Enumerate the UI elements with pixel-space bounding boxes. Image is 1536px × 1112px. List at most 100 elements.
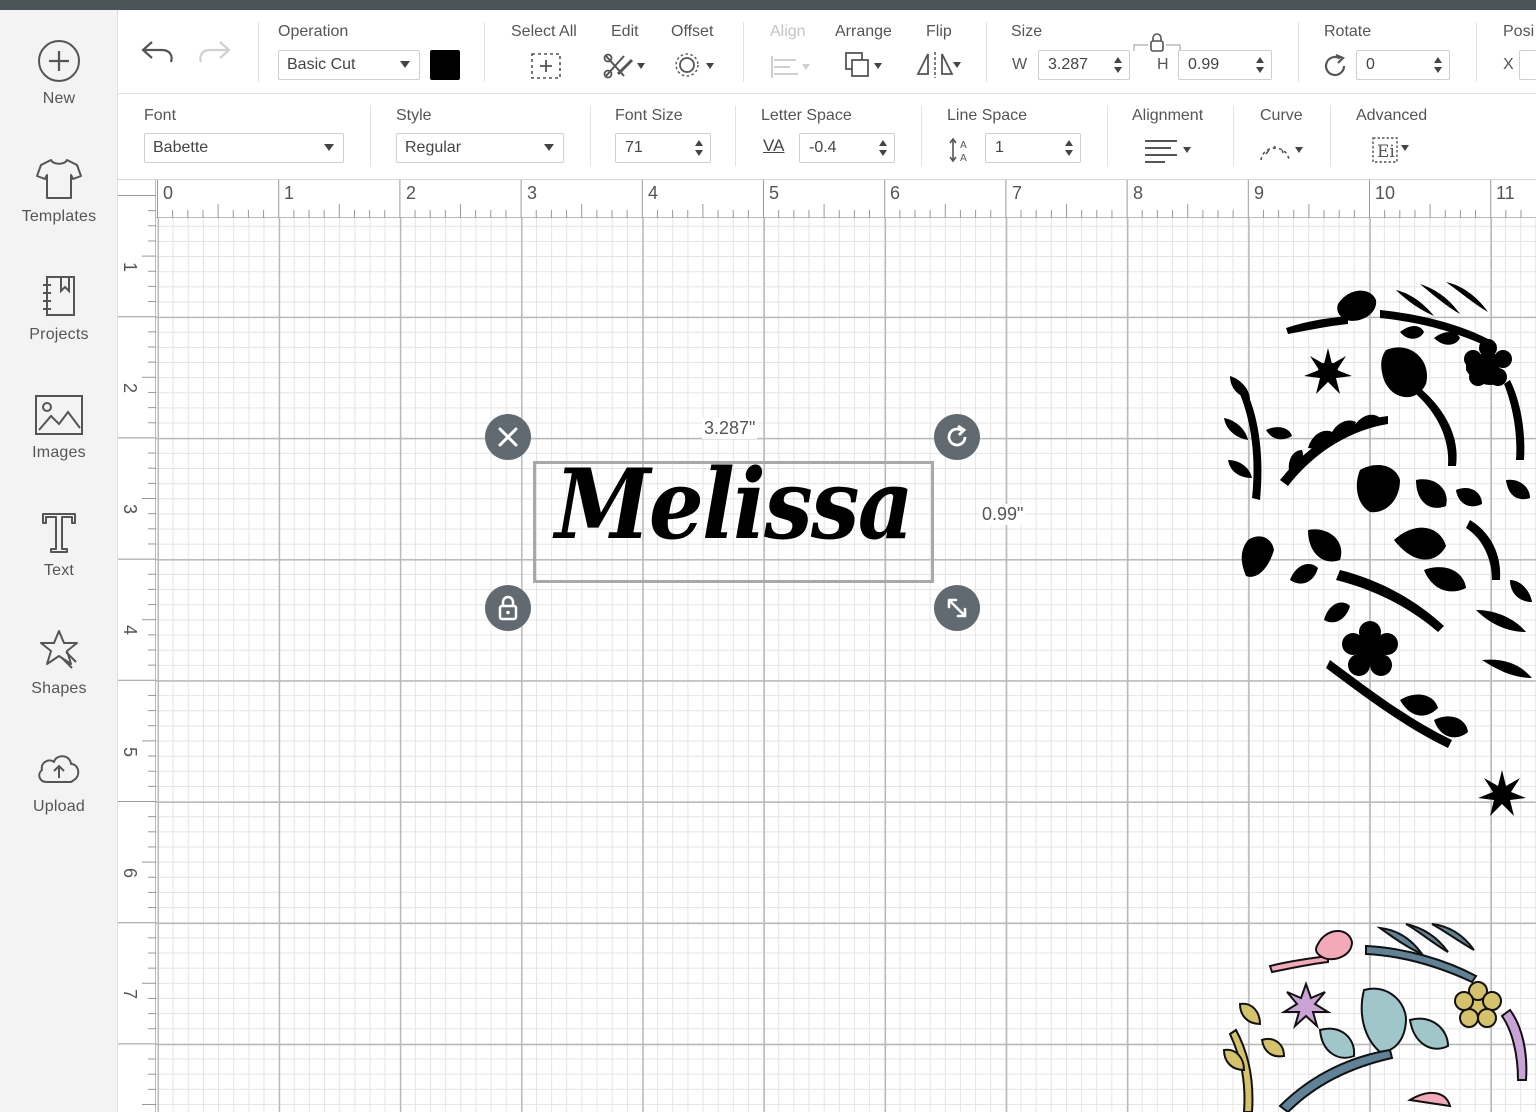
operation-color-swatch[interactable] (430, 50, 460, 80)
ruler-label: 2 (120, 383, 140, 394)
stepper-up-icon (1065, 140, 1073, 146)
line-space-input[interactable]: 1 (985, 133, 1081, 163)
stepper-down-icon (1434, 67, 1442, 73)
text-object-melissa[interactable]: Melissa (553, 435, 914, 575)
rotate-icon (1324, 53, 1346, 77)
delete-handle[interactable] (485, 414, 531, 460)
operation-select[interactable]: Basic Cut (278, 50, 420, 80)
width-value: 3.287 (1048, 56, 1089, 73)
divider (370, 106, 371, 166)
position-x-input[interactable] (1519, 50, 1536, 80)
position-label: Posi (1503, 23, 1535, 40)
style-value: Regular (405, 139, 462, 156)
line-space-label: Line Space (947, 107, 1028, 124)
font-size-label: Font Size (615, 107, 683, 124)
font-size-input[interactable]: 71 (615, 133, 711, 163)
ruler-label: 1 (120, 262, 140, 273)
flip-icon[interactable] (915, 50, 961, 80)
sidebar-item-images[interactable]: Images (0, 392, 118, 492)
letter-space-input[interactable]: -0.4 (799, 133, 895, 163)
font-select[interactable]: Babette (144, 133, 344, 163)
operation-value: Basic Cut (287, 56, 356, 73)
ruler-label: 10 (1375, 183, 1396, 203)
arrange-label: Arrange (835, 23, 892, 40)
close-icon (498, 427, 518, 447)
flip-label: Flip (926, 23, 952, 40)
height-value: 0.99 (1188, 56, 1220, 73)
stepper-up-icon (1114, 57, 1122, 63)
horizontal-ruler: 0 1 2 3 4 5 6 7 8 9 10 11 (118, 180, 1536, 218)
font-size-value: 71 (625, 139, 643, 156)
width-input[interactable]: 3.287 (1038, 50, 1130, 80)
height-input[interactable]: 0.99 (1178, 50, 1272, 80)
svg-text:A: A (960, 140, 967, 151)
redo-icon[interactable] (196, 38, 232, 66)
divider (1330, 106, 1331, 166)
rotate-handle[interactable] (934, 414, 980, 460)
divider (743, 22, 744, 82)
sidebar-item-label: Projects (29, 326, 89, 343)
divider (484, 22, 485, 82)
edit-scissors-icon[interactable] (602, 50, 648, 80)
lock-icon (498, 595, 518, 621)
curve-label: Curve (1260, 107, 1303, 124)
chevron-down-icon (400, 61, 410, 68)
rotate-value: 0 (1366, 56, 1375, 73)
floral-heart-image[interactable] (1220, 280, 1536, 830)
chevron-down-icon (324, 144, 334, 151)
lock-proportions-icon[interactable] (1132, 32, 1182, 54)
divider (735, 106, 736, 166)
size-label: Size (1011, 23, 1043, 40)
stepper-down-icon (1256, 67, 1264, 73)
lock-handle[interactable] (485, 585, 531, 631)
align-icon[interactable] (768, 52, 814, 80)
rotate-input[interactable]: 0 (1356, 50, 1450, 80)
stepper-down-icon (695, 150, 703, 156)
divider (921, 106, 922, 166)
sidebar-item-upload[interactable]: Upload (0, 746, 118, 846)
style-select[interactable]: Regular (396, 133, 564, 163)
text-toolbar: Font Babette Style Regular Font Size 71 … (118, 94, 1536, 180)
letter-space-value: -0.4 (809, 139, 837, 156)
sidebar-item-text[interactable]: Text (0, 510, 118, 610)
divider (258, 22, 259, 82)
divider (1107, 106, 1108, 166)
shapes-icon (40, 630, 78, 669)
ruler-ticks-vertical (118, 195, 156, 1105)
stepper-up-icon (1434, 57, 1442, 63)
style-label: Style (396, 107, 432, 124)
resize-handle[interactable] (934, 585, 980, 631)
divider (1298, 22, 1299, 82)
text-align-left-icon[interactable] (1142, 136, 1198, 164)
cloud-upload-icon (38, 755, 80, 783)
ruler-label: 4 (120, 625, 140, 636)
ruler-label: 0 (163, 183, 174, 203)
edit-toolbar: Operation Basic Cut Select All Edit Offs… (118, 10, 1536, 94)
sidebar-item-projects[interactable]: Projects (0, 274, 118, 374)
alignment-label: Alignment (1132, 107, 1204, 124)
sidebar-item-shapes[interactable]: Shapes (0, 628, 118, 728)
arrange-icon[interactable] (842, 50, 888, 80)
pastel-floral-heart-image[interactable] (1210, 920, 1536, 1112)
curve-text-icon[interactable] (1258, 136, 1310, 164)
operation-label: Operation (278, 23, 349, 40)
letter-space-label: Letter Space (761, 107, 852, 124)
advanced-icon[interactable]: Ei (1370, 134, 1416, 166)
sidebar-item-label: Shapes (31, 680, 87, 697)
text-t-icon (42, 513, 76, 553)
stepper-up-icon (1256, 57, 1264, 63)
window-top-strip (0, 0, 1536, 10)
sidebar-item-new[interactable]: New (0, 38, 118, 138)
svg-text:Ei: Ei (1377, 142, 1395, 162)
stepper-down-icon (1065, 150, 1073, 156)
stepper-up-icon (695, 140, 703, 146)
ruler-label: 3 (527, 183, 538, 203)
ruler-ticks-horizontal (157, 180, 1522, 218)
ruler-label: 3 (120, 504, 140, 515)
image-icon (35, 395, 83, 435)
select-all-icon[interactable] (530, 52, 562, 80)
offset-label: Offset (671, 23, 714, 40)
offset-icon[interactable] (673, 50, 719, 80)
undo-icon[interactable] (140, 38, 176, 66)
sidebar-item-templates[interactable]: Templates (0, 156, 118, 256)
